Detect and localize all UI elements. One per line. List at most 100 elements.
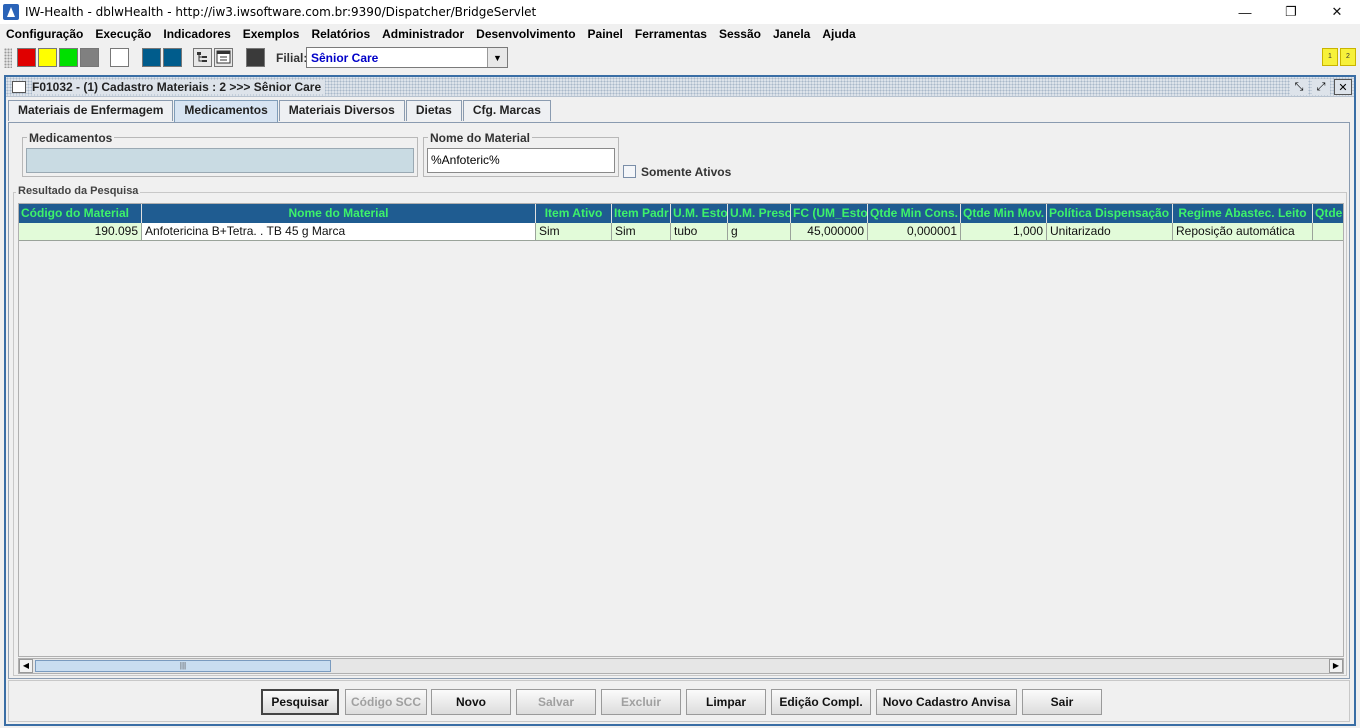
cell-qtde[interactable]: 1 <box>1313 223 1343 241</box>
close-button[interactable]: ✕ <box>1314 0 1360 24</box>
novo-button[interactable]: Novo <box>431 689 511 715</box>
column-header[interactable]: Item Ativo <box>536 204 612 223</box>
tab-medicamentos[interactable]: Medicamentos <box>174 100 278 122</box>
cell-qtde-min-cons[interactable]: 0,000001 <box>868 223 961 241</box>
menu-administrador[interactable]: Administrador <box>382 27 464 41</box>
scroll-left-icon[interactable]: ◀ <box>19 659 33 673</box>
medicamentos-group: Medicamentos <box>22 131 418 177</box>
cell-politica[interactable]: Unitarizado <box>1047 223 1173 241</box>
table-row[interactable]: 190.095 Anfotericina B+Tetra. . TB 45 g … <box>19 223 1343 241</box>
blue-color-button[interactable] <box>142 48 161 67</box>
sair-button[interactable]: Sair <box>1022 689 1102 715</box>
filial-value: Sênior Care <box>311 51 379 65</box>
results-group: Resultado da Pesquisa Código do Material… <box>13 185 1347 676</box>
gray-color-button[interactable] <box>80 48 99 67</box>
column-header[interactable]: Qtde Min Mov. <box>961 204 1047 223</box>
nome-material-group: Nome do Material %Anfoteric% <box>423 131 619 177</box>
menu-painel[interactable]: Painel <box>588 27 623 41</box>
column-header[interactable]: Regime Abastec. Leito <box>1173 204 1313 223</box>
results-table: Código do Material Nome do Material Item… <box>18 203 1344 657</box>
column-header[interactable]: Nome do Material <box>142 204 536 223</box>
tree-view-icon[interactable] <box>193 48 212 67</box>
somente-ativos-checkbox[interactable] <box>623 165 636 178</box>
toolbar-grip[interactable] <box>4 48 12 68</box>
medicamentos-field[interactable] <box>26 148 414 173</box>
medicamentos-label: Medicamentos <box>27 131 115 145</box>
dark-color-button[interactable] <box>246 48 265 67</box>
column-header[interactable]: Política Dispensação <box>1047 204 1173 223</box>
filial-label: Filial: <box>276 51 308 65</box>
nome-material-label: Nome do Material <box>428 131 533 145</box>
menu-janela[interactable]: Janela <box>773 27 810 41</box>
red-color-button[interactable] <box>17 48 36 67</box>
restore-button[interactable]: ❐ <box>1268 0 1314 24</box>
menu-configuracao[interactable]: Configuração <box>6 27 83 41</box>
nome-material-input[interactable]: %Anfoteric% <box>427 148 615 173</box>
menu-relatorios[interactable]: Relatórios <box>311 27 370 41</box>
window-titlebar: IW-Health - dblwHealth - http://iw3.iwso… <box>0 0 1360 24</box>
calendar-window-icon[interactable] <box>214 48 233 67</box>
close-frame-icon[interactable]: ✕ <box>1334 79 1352 95</box>
codigo-scc-button[interactable]: Código SCC <box>345 689 427 715</box>
chevron-down-icon[interactable]: ▼ <box>487 48 507 67</box>
column-header[interactable]: Qtde <box>1313 204 1343 223</box>
filial-select[interactable]: Sênior Care ▼ <box>306 47 508 68</box>
window-title: IW-Health - dblwHealth - http://iw3.iwso… <box>25 5 537 19</box>
limpar-button[interactable]: Limpar <box>686 689 766 715</box>
column-header[interactable]: Qtde Min Cons. <box>868 204 961 223</box>
yellow-color-button[interactable] <box>38 48 57 67</box>
notification-badge-2[interactable]: 2 <box>1340 48 1356 66</box>
scroll-right-icon[interactable]: ▶ <box>1329 659 1343 673</box>
column-header[interactable]: Item Padr <box>612 204 671 223</box>
menu-execucao[interactable]: Execução <box>95 27 151 41</box>
frame-titlebar: F01032 - (1) Cadastro Materiais : 2 >>> … <box>6 77 1354 97</box>
menu-exemplos[interactable]: Exemplos <box>243 27 300 41</box>
cell-fc[interactable]: 45,000000 <box>791 223 868 241</box>
pesquisar-button[interactable]: Pesquisar <box>261 689 339 715</box>
horizontal-scrollbar[interactable]: ◀ ||| ▶ <box>18 658 1344 674</box>
cell-qtde-min-mov[interactable]: 1,000 <box>961 223 1047 241</box>
white-color-button[interactable] <box>110 48 129 67</box>
cell-nome[interactable]: Anfotericina B+Tetra. . TB 45 g Marca <box>142 223 536 241</box>
column-header[interactable]: FC (UM_Esto <box>791 204 868 223</box>
tab-materiais-diversos[interactable]: Materiais Diversos <box>278 100 405 121</box>
menu-ajuda[interactable]: Ajuda <box>822 27 855 41</box>
toolbar: Filial: Sênior Care ▼ 1 2 <box>0 45 1360 71</box>
scroll-thumb[interactable]: ||| <box>35 660 331 672</box>
novo-cadastro-anvisa-button[interactable]: Novo Cadastro Anvisa <box>876 689 1017 715</box>
tab-bar: Materiais de Enfermagem Medicamentos Mat… <box>8 100 552 122</box>
column-header[interactable]: U.M. Esto <box>671 204 728 223</box>
cell-regime[interactable]: Reposição automática <box>1173 223 1313 241</box>
button-bar: Pesquisar Código SCC Novo Salvar Excluir… <box>8 680 1350 722</box>
column-header[interactable]: U.M. Presc <box>728 204 791 223</box>
cell-um-prescricao[interactable]: g <box>728 223 791 241</box>
maximize-frame-icon[interactable]: ⤢ <box>1312 79 1330 95</box>
cell-item-ativo[interactable]: Sim <box>536 223 612 241</box>
table-header: Código do Material Nome do Material Item… <box>19 204 1343 223</box>
edicao-compl-button[interactable]: Edição Compl. <box>771 689 871 715</box>
tab-dietas[interactable]: Dietas <box>405 100 462 121</box>
notification-badge-1[interactable]: 1 <box>1322 48 1338 66</box>
internal-frame: F01032 - (1) Cadastro Materiais : 2 >>> … <box>4 75 1356 726</box>
tab-cfg-marcas[interactable]: Cfg. Marcas <box>462 100 551 121</box>
cell-codigo[interactable]: 190.095 <box>19 223 142 241</box>
minimize-button[interactable]: — <box>1222 0 1268 24</box>
menu-desenvolvimento[interactable]: Desenvolvimento <box>476 27 575 41</box>
column-header[interactable]: Código do Material <box>19 204 142 223</box>
menu-bar: Configuração Execução Indicadores Exempl… <box>0 24 1360 44</box>
app-icon <box>3 4 19 20</box>
menu-sessao[interactable]: Sessão <box>719 27 761 41</box>
cell-um-estoque[interactable]: tubo <box>671 223 728 241</box>
tab-materiais-enfermagem[interactable]: Materiais de Enfermagem <box>8 100 174 121</box>
results-label: Resultado da Pesquisa <box>16 185 141 197</box>
green-color-button[interactable] <box>59 48 78 67</box>
salvar-button[interactable]: Salvar <box>516 689 596 715</box>
cell-item-padrao[interactable]: Sim <box>612 223 671 241</box>
menu-ferramentas[interactable]: Ferramentas <box>635 27 707 41</box>
minimize-frame-icon[interactable]: ⤡ <box>1290 79 1308 95</box>
window-icon <box>12 80 26 93</box>
blue-dark-color-button[interactable] <box>163 48 182 67</box>
somente-ativos-label[interactable]: Somente Ativos <box>641 165 731 179</box>
menu-indicadores[interactable]: Indicadores <box>163 27 230 41</box>
excluir-button[interactable]: Excluir <box>601 689 681 715</box>
